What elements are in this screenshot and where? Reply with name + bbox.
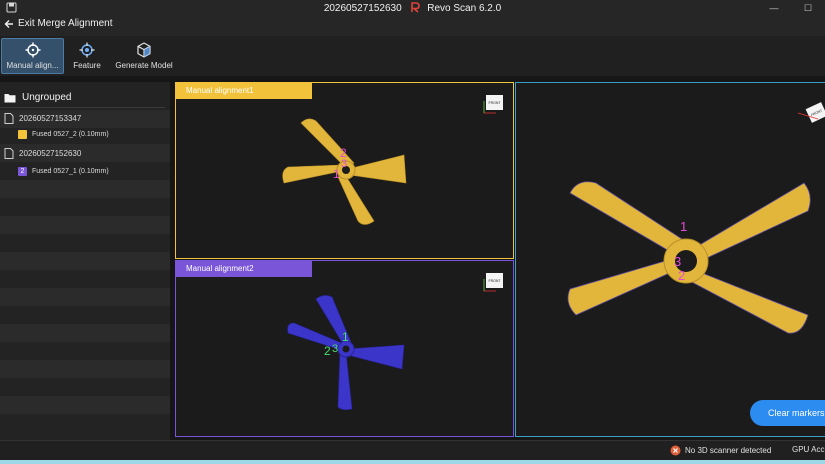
manual-align-tool[interactable]: Manual align...	[1, 38, 64, 74]
viewport-combined[interactable]: FRONT 1 3 2	[515, 82, 825, 437]
minimize-button[interactable]: —	[757, 0, 791, 16]
ungrouped-folder[interactable]: Ungrouped	[0, 88, 165, 108]
revo-logo-icon	[411, 2, 421, 13]
maximize-icon: ☐	[803, 2, 813, 13]
model-color-badge: 1	[18, 129, 27, 139]
file-icon	[4, 112, 14, 124]
marker-label: 2	[678, 268, 685, 283]
feature-target-icon	[79, 42, 95, 58]
group-name: 20260527152630	[19, 148, 82, 158]
scan-name: 20260527152630	[323, 3, 402, 14]
minimize-icon: —	[769, 3, 779, 13]
model-color-badge: 2	[18, 166, 27, 176]
fan-model-yellow: 2 3 1	[282, 101, 496, 225]
crosshair-icon	[25, 42, 40, 58]
exit-merge-alignment-label: Exit Merge Alignment	[18, 18, 113, 29]
marker-label: 1	[342, 330, 349, 344]
app-name: Revo Scan 6.2.0	[427, 3, 502, 14]
fan-model-merged: 1 3 2	[567, 112, 819, 334]
manual-align-label: Manual align...	[6, 61, 59, 70]
fan-model-blue: 1 2 3	[287, 279, 496, 410]
model-item-2[interactable]: 2 Fused 0527_1 (0.10mm)	[18, 163, 109, 179]
cube-icon	[137, 42, 151, 58]
merge-header: Exit Merge Alignment	[0, 16, 825, 36]
generate-model-tool[interactable]: Generate Model	[112, 38, 176, 74]
toolbar: Manual align... Feature Generate Model	[0, 36, 825, 76]
viewport-manual-alignment-1[interactable]: Manual alignment1 FRONT 2 3 1	[175, 82, 514, 259]
clear-markers-button[interactable]: Clear markers	[750, 400, 825, 426]
model-list-panel: Ungrouped 20260527153347 1 Fused 0527_2 …	[0, 82, 170, 440]
viewport-manual-alignment-2[interactable]: Manual alignment2 FRONT 1 2 3	[175, 260, 514, 437]
group-row-2[interactable]: 20260527152630	[4, 145, 81, 161]
error-icon	[670, 445, 681, 456]
arrow-left-icon	[4, 19, 13, 28]
generate-model-label: Generate Model	[115, 61, 173, 70]
model-label: Fused 0527_1 (0.10mm)	[32, 167, 109, 175]
window-title: 20260527152630 Revo Scan 6.2.0	[0, 2, 825, 14]
marker-label: 3	[332, 343, 338, 355]
marker-label: 1	[680, 219, 687, 234]
folder-icon	[4, 93, 16, 102]
marker-label: 2	[324, 344, 331, 358]
maximize-button[interactable]: ☐	[791, 0, 825, 16]
feature-tool[interactable]: Feature	[70, 38, 104, 74]
gpu-status: GPU Acc	[792, 445, 825, 454]
title-bar: 20260527152630 Revo Scan 6.2.0 — ☐	[0, 0, 825, 16]
status-bar: No 3D scanner detected GPU Acc	[0, 440, 825, 460]
scanner-status-text: No 3D scanner detected	[685, 446, 772, 455]
scanner-status: No 3D scanner detected	[670, 445, 771, 456]
model-item-1[interactable]: 1 Fused 0527_2 (0.10mm)	[18, 126, 109, 142]
marker-label: 3	[341, 158, 347, 170]
file-icon	[4, 147, 14, 159]
group-name: 20260527153347	[19, 113, 82, 123]
bottom-accent-bar	[0, 460, 825, 464]
ungrouped-label: Ungrouped	[22, 92, 72, 103]
exit-merge-alignment-button[interactable]: Exit Merge Alignment	[4, 18, 113, 29]
group-row-1[interactable]: 20260527153347	[4, 110, 81, 126]
feature-label: Feature	[73, 61, 101, 70]
marker-label: 1	[333, 167, 340, 181]
model-label: Fused 0527_2 (0.10mm)	[32, 130, 109, 138]
marker-label: 3	[674, 254, 681, 269]
